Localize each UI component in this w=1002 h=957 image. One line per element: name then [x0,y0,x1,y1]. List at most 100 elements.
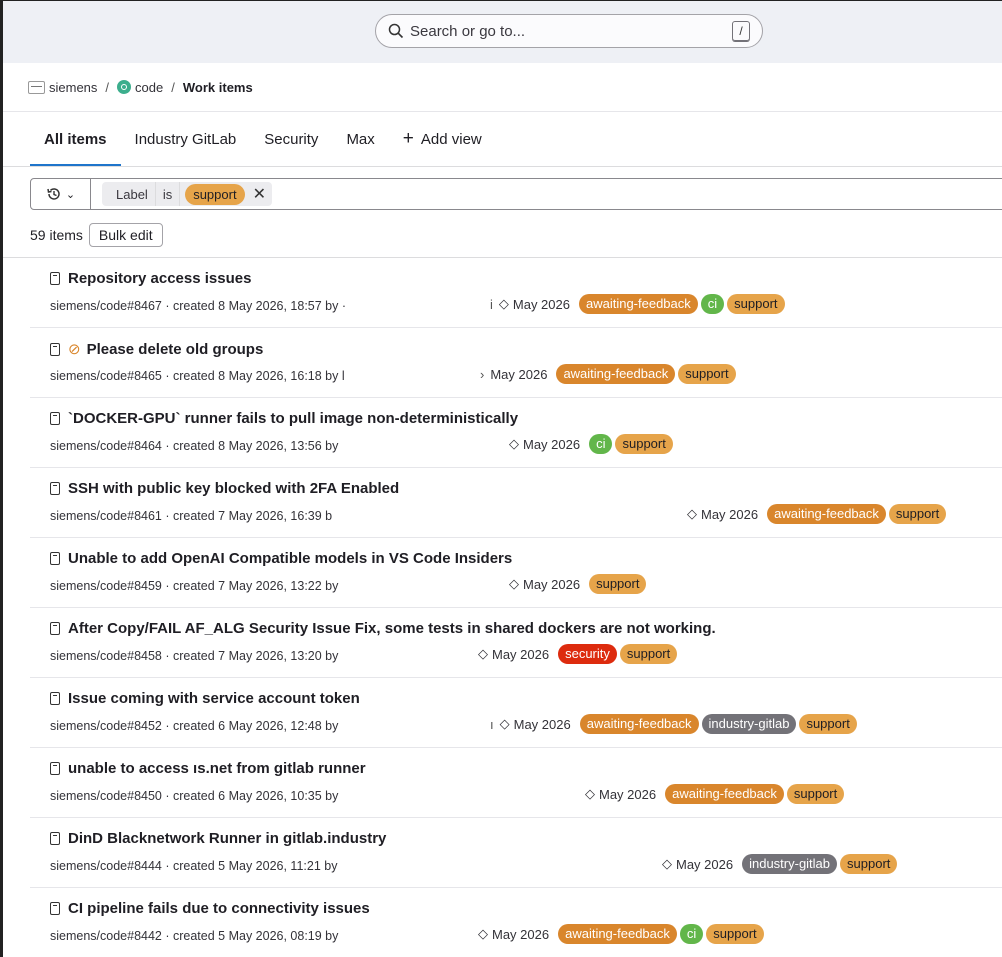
list-item[interactable]: Unable to add OpenAI Compatible models i… [30,538,1002,608]
item-title-text: Repository access issues [68,270,252,287]
breadcrumb-project[interactable]: code [135,80,163,95]
label-badge[interactable]: industry-gitlab [701,714,797,734]
item-title[interactable]: Repository access issues [50,270,251,287]
item-title-text: `DOCKER-GPU` runner fails to pull image … [68,410,519,427]
list-item[interactable]: After Copy/FAIL AF_ALG Security Issue Fi… [30,608,1002,678]
chevron-down-icon: ⌄ [65,188,76,201]
app-window: Search or go to... / siemens / code / Wo… [0,0,1002,957]
item-attributes: ◇ May 2026 awaiting-feedback support [585,784,845,804]
list-item[interactable]: Issue coming with service account token s… [30,678,1002,748]
top-bar: Search or go to... / [3,1,1002,63]
item-title[interactable]: CI pipeline fails due to connectivity is… [50,900,370,917]
milestone[interactable]: May 2026 [599,787,656,802]
item-title[interactable]: SSH with public key blocked with 2FA Ena… [50,480,399,497]
breadcrumb-current[interactable]: Work items [183,80,253,95]
label-badge[interactable]: awaiting-feedback [578,294,698,314]
history-icon [47,188,60,200]
items-summary: 59 items Bulk edit [30,222,163,248]
item-title[interactable]: After Copy/FAIL AF_ALG Security Issue Fi… [50,620,716,637]
item-title[interactable]: DinD Blacknetwork Runner in gitlab.indus… [50,830,386,847]
label-badge[interactable]: security [558,644,617,664]
milestone[interactable]: May 2026 [701,507,758,522]
label-badge[interactable]: support [840,854,898,874]
list-item[interactable]: Repository access issues siemens/code#846… [30,258,1002,328]
bulk-edit-button[interactable]: Bulk edit [88,223,163,247]
milestone[interactable]: May 2026 [514,717,571,732]
milestone[interactable]: May 2026 [513,297,570,312]
item-title[interactable]: `DOCKER-GPU` runner fails to pull image … [50,410,518,427]
milestone-icon: ◇ [498,296,509,311]
project-avatar-icon [117,80,132,94]
work-items-list: Repository access issues siemens/code#846… [30,258,1002,957]
label-badge[interactable]: awaiting-feedback [558,924,677,944]
filter-token[interactable]: Label is support ✕ [102,182,272,206]
item-title-text: unable to access ıs.net from gitlab runn… [68,760,366,777]
label-badge[interactable]: support [706,924,764,944]
label-badge[interactable]: support [727,294,785,314]
truncated-text: › [480,366,485,382]
milestone[interactable]: May 2026 [523,437,580,452]
list-item[interactable]: unable to access ıs.net from gitlab runn… [30,748,1002,818]
label-badge[interactable]: ci [679,924,704,944]
list-item[interactable]: ⊘ Please delete old groups siemens/code#84… [30,328,1002,398]
label-badge[interactable]: support [888,504,947,524]
tab-all-items[interactable]: All items [30,112,121,166]
breadcrumb-separator: / [171,79,175,95]
issue-type-icon [50,762,60,775]
item-title[interactable]: unable to access ıs.net from gitlab runn… [50,760,366,777]
item-meta: siemens/code#8444 · created 5 May 2026, … [50,859,338,873]
label-badge[interactable]: support [678,364,736,384]
milestone-icon: ◇ [478,926,488,941]
label-badge[interactable]: ci [589,434,613,454]
item-attributes: ◇ May 2026 awaiting-feedback support [687,504,947,524]
item-meta: siemens/code#8464 · created 8 May 2026, … [50,439,339,453]
confidential-eye-slash-icon: ⊘ [68,341,81,358]
view-tabs: All items Industry GitLab Security Max +… [30,112,496,166]
filter-token-value: support ✕ [179,182,272,206]
issue-type-icon [50,622,60,635]
add-view-button[interactable]: + Add view [389,112,496,166]
issue-type-icon [50,832,60,845]
search-input[interactable]: Search or go to... / [375,14,763,48]
list-item[interactable]: DinD Blacknetwork Runner in gitlab.indus… [30,818,1002,888]
milestone[interactable]: May 2026 [492,927,549,942]
recent-searches-button[interactable]: ⌄ [31,179,91,209]
label-badge[interactable]: industry-gitlab [742,854,838,874]
label-badge[interactable]: support [786,784,845,804]
milestone-icon: ◇ [499,716,510,731]
item-attributes: ◇ May 2026 industry-gitlab support [662,854,898,874]
label-badge[interactable]: ci [700,294,725,314]
label-badge[interactable]: awaiting-feedback [665,784,784,804]
list-item[interactable]: CI pipeline fails due to connectivity is… [30,888,1002,957]
list-item[interactable]: `DOCKER-GPU` runner fails to pull image … [30,398,1002,468]
label-badge[interactable]: support [615,434,673,454]
label-badge[interactable]: awaiting-feedback [767,504,886,524]
label-badge[interactable]: awaiting-feedback [556,364,676,384]
tab-security[interactable]: Security [250,112,332,166]
label-badge[interactable]: awaiting-feedback [579,714,699,734]
item-meta: siemens/code#8461 · created 7 May 2026, … [50,509,333,523]
item-title-text: Please delete old groups [86,340,264,358]
item-title[interactable]: Issue coming with service account token [50,690,360,707]
item-title-text: Unable to add OpenAI Compatible models i… [68,550,513,567]
filter-bar[interactable]: ⌄ Label is support ✕ [30,178,1002,210]
item-attributes: ◇ May 2026 ci support [509,434,673,454]
item-title[interactable]: ⊘ Please delete old groups [50,340,263,358]
search-icon [388,23,404,39]
truncated-text: i [490,296,493,312]
milestone[interactable]: May 2026 [676,857,733,872]
label-badge[interactable]: support [799,714,857,734]
item-attributes: ◇ May 2026 awaiting-feedback ci support [478,924,764,944]
tab-industry-gitlab[interactable]: Industry GitLab [121,112,251,166]
label-badge[interactable]: support [589,574,647,594]
tab-max[interactable]: Max [332,112,388,166]
search-shortcut-key: / [732,21,750,41]
list-item[interactable]: SSH with public key blocked with 2FA Ena… [30,468,1002,538]
milestone[interactable]: May 2026 [523,577,580,592]
breadcrumb-group[interactable]: siemens [49,80,97,95]
close-icon[interactable]: ✕ [253,184,266,204]
milestone[interactable]: May 2026 [490,367,547,382]
label-badge[interactable]: support [619,644,678,664]
milestone[interactable]: May 2026 [492,647,549,662]
item-title[interactable]: Unable to add OpenAI Compatible models i… [50,550,512,567]
